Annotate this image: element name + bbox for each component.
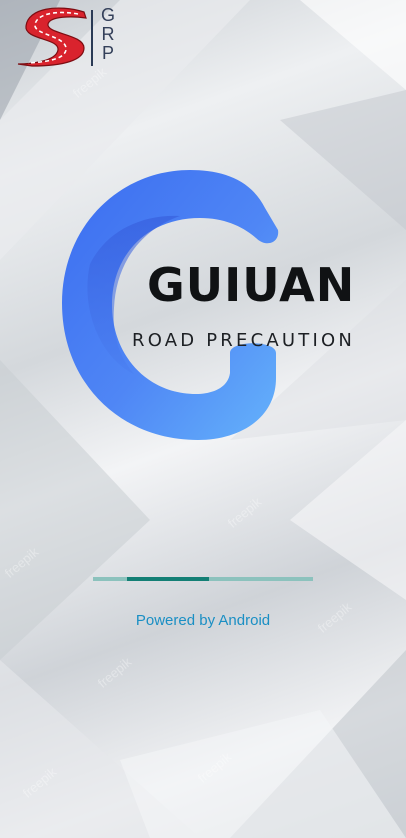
guiuan-brand-logo: GUIUAN ROAD PRECAUTION (60, 168, 380, 443)
loading-progress-indicator (127, 577, 209, 581)
corner-app-logo: GRP (14, 4, 122, 68)
loading-progress-bar (93, 577, 313, 581)
brand-subtitle: ROAD PRECAUTION (132, 330, 355, 351)
splash-screen: freepik freepik freepik freepik freepik … (0, 0, 406, 838)
brand-title: GUIUAN (147, 258, 356, 312)
logo-divider (91, 10, 93, 66)
powered-by-text: Powered by Android (135, 612, 271, 629)
grp-monogram: GRP (100, 5, 115, 63)
road-s-icon (17, 7, 87, 67)
